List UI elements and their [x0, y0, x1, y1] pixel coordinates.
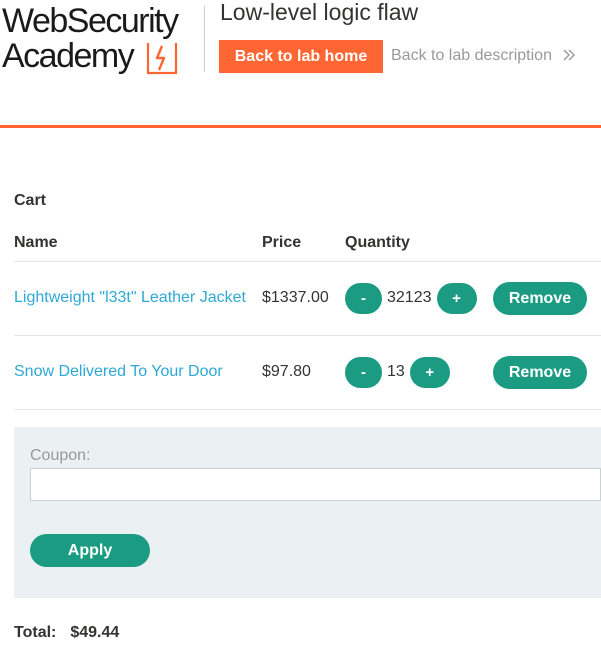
- increase-quantity-button[interactable]: +: [409, 356, 450, 388]
- column-header-name: Name: [14, 226, 262, 262]
- logo-text-line1: WebSecurity: [2, 2, 179, 40]
- quantity-value: 32123: [387, 289, 432, 306]
- quantity-stepper: - 13 +: [345, 356, 493, 388]
- cart-total: Total: $49.44: [14, 624, 119, 642]
- product-price: $1337.00: [262, 261, 345, 336]
- header-divider: [204, 6, 205, 72]
- product-price: $97.80: [262, 335, 345, 410]
- quantity-stepper: - 32123 +: [345, 282, 493, 314]
- logo-text-line2: Academy: [2, 37, 135, 75]
- total-value: $49.44: [70, 624, 120, 641]
- decrease-quantity-button[interactable]: -: [345, 356, 382, 388]
- increase-quantity-button[interactable]: +: [436, 282, 477, 314]
- cart-table-header-row: Name Price Quantity: [14, 226, 601, 262]
- cart-heading: Cart: [14, 192, 47, 209]
- column-header-price: Price: [262, 226, 345, 262]
- cart-table: Name Price Quantity Lightweight "l33t" L…: [14, 226, 601, 410]
- cart-row: Lightweight "l33t" Leather Jacket $1337.…: [14, 261, 601, 336]
- coupon-panel: Coupon: Apply: [14, 427, 601, 598]
- lab-title: Low-level logic flaw: [220, 0, 419, 25]
- back-to-lab-description-link[interactable]: Back to lab description: [391, 47, 576, 65]
- column-header-quantity: Quantity: [345, 226, 493, 262]
- coupon-input[interactable]: [30, 468, 601, 501]
- site-header: WebSecurity Academy Low-level logic flaw…: [0, 0, 601, 128]
- double-chevron-right-icon: [563, 49, 576, 61]
- total-label: Total:: [14, 624, 57, 641]
- product-link[interactable]: Lightweight "l33t" Leather Jacket: [14, 289, 246, 306]
- back-to-lab-home-button[interactable]: Back to lab home: [219, 40, 383, 73]
- web-security-academy-logo[interactable]: WebSecurity Academy: [0, 3, 200, 77]
- decrease-quantity-button[interactable]: -: [345, 282, 382, 314]
- back-to-lab-description-label: Back to lab description: [391, 47, 552, 64]
- product-link[interactable]: Snow Delivered To Your Door: [14, 363, 223, 380]
- quantity-value: 13: [387, 363, 405, 380]
- cart-row: Snow Delivered To Your Door $97.80 - 13 …: [14, 335, 601, 410]
- column-header-actions: [493, 226, 601, 262]
- apply-coupon-button[interactable]: Apply: [30, 534, 150, 567]
- coupon-label: Coupon:: [30, 447, 91, 464]
- remove-item-button[interactable]: Remove: [493, 281, 587, 315]
- lightning-bracket-icon: [146, 43, 178, 75]
- remove-item-button[interactable]: Remove: [493, 355, 587, 389]
